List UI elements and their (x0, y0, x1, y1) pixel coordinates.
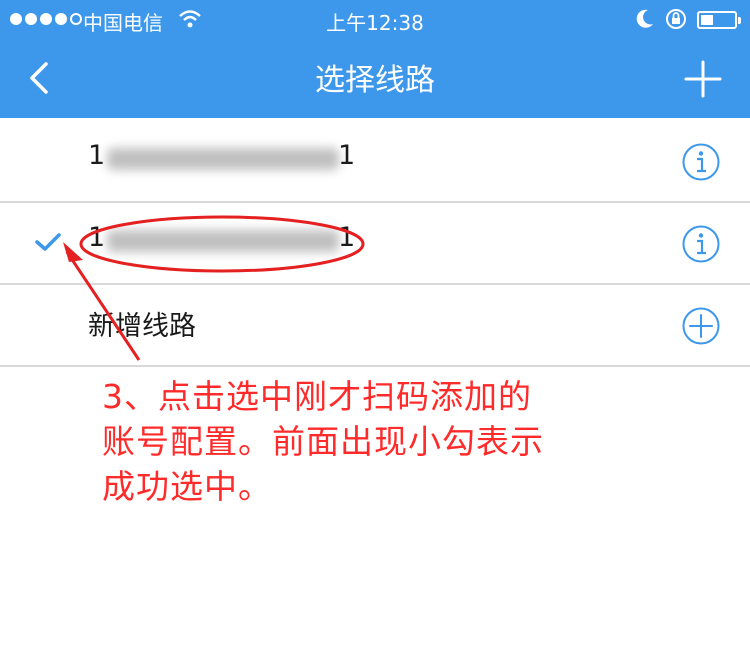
page-title: 选择线路 (315, 63, 435, 98)
route-name: 1 (88, 140, 106, 171)
route-item[interactable]: 1 1 (0, 120, 750, 203)
top-bar: 中国电信 上午12:38 选择线路 (0, 0, 750, 118)
info-icon[interactable] (681, 224, 721, 264)
add-route-button[interactable] (682, 58, 724, 100)
redacted-route-name (107, 148, 339, 170)
info-icon[interactable] (681, 142, 721, 182)
route-name-suffix: 1 (338, 140, 356, 171)
add-circle-icon[interactable] (681, 306, 721, 346)
do-not-disturb-icon (636, 9, 653, 28)
battery-icon (697, 11, 741, 29)
annotation-arrow (63, 242, 141, 361)
status-bar: 中国电信 上午12:38 (0, 0, 750, 40)
orientation-lock-icon (666, 9, 686, 29)
instruction-annotation: 3、点击选中刚才扫码添加的 账号配置。前面出现小勾表示 成功选中。 (102, 377, 544, 506)
